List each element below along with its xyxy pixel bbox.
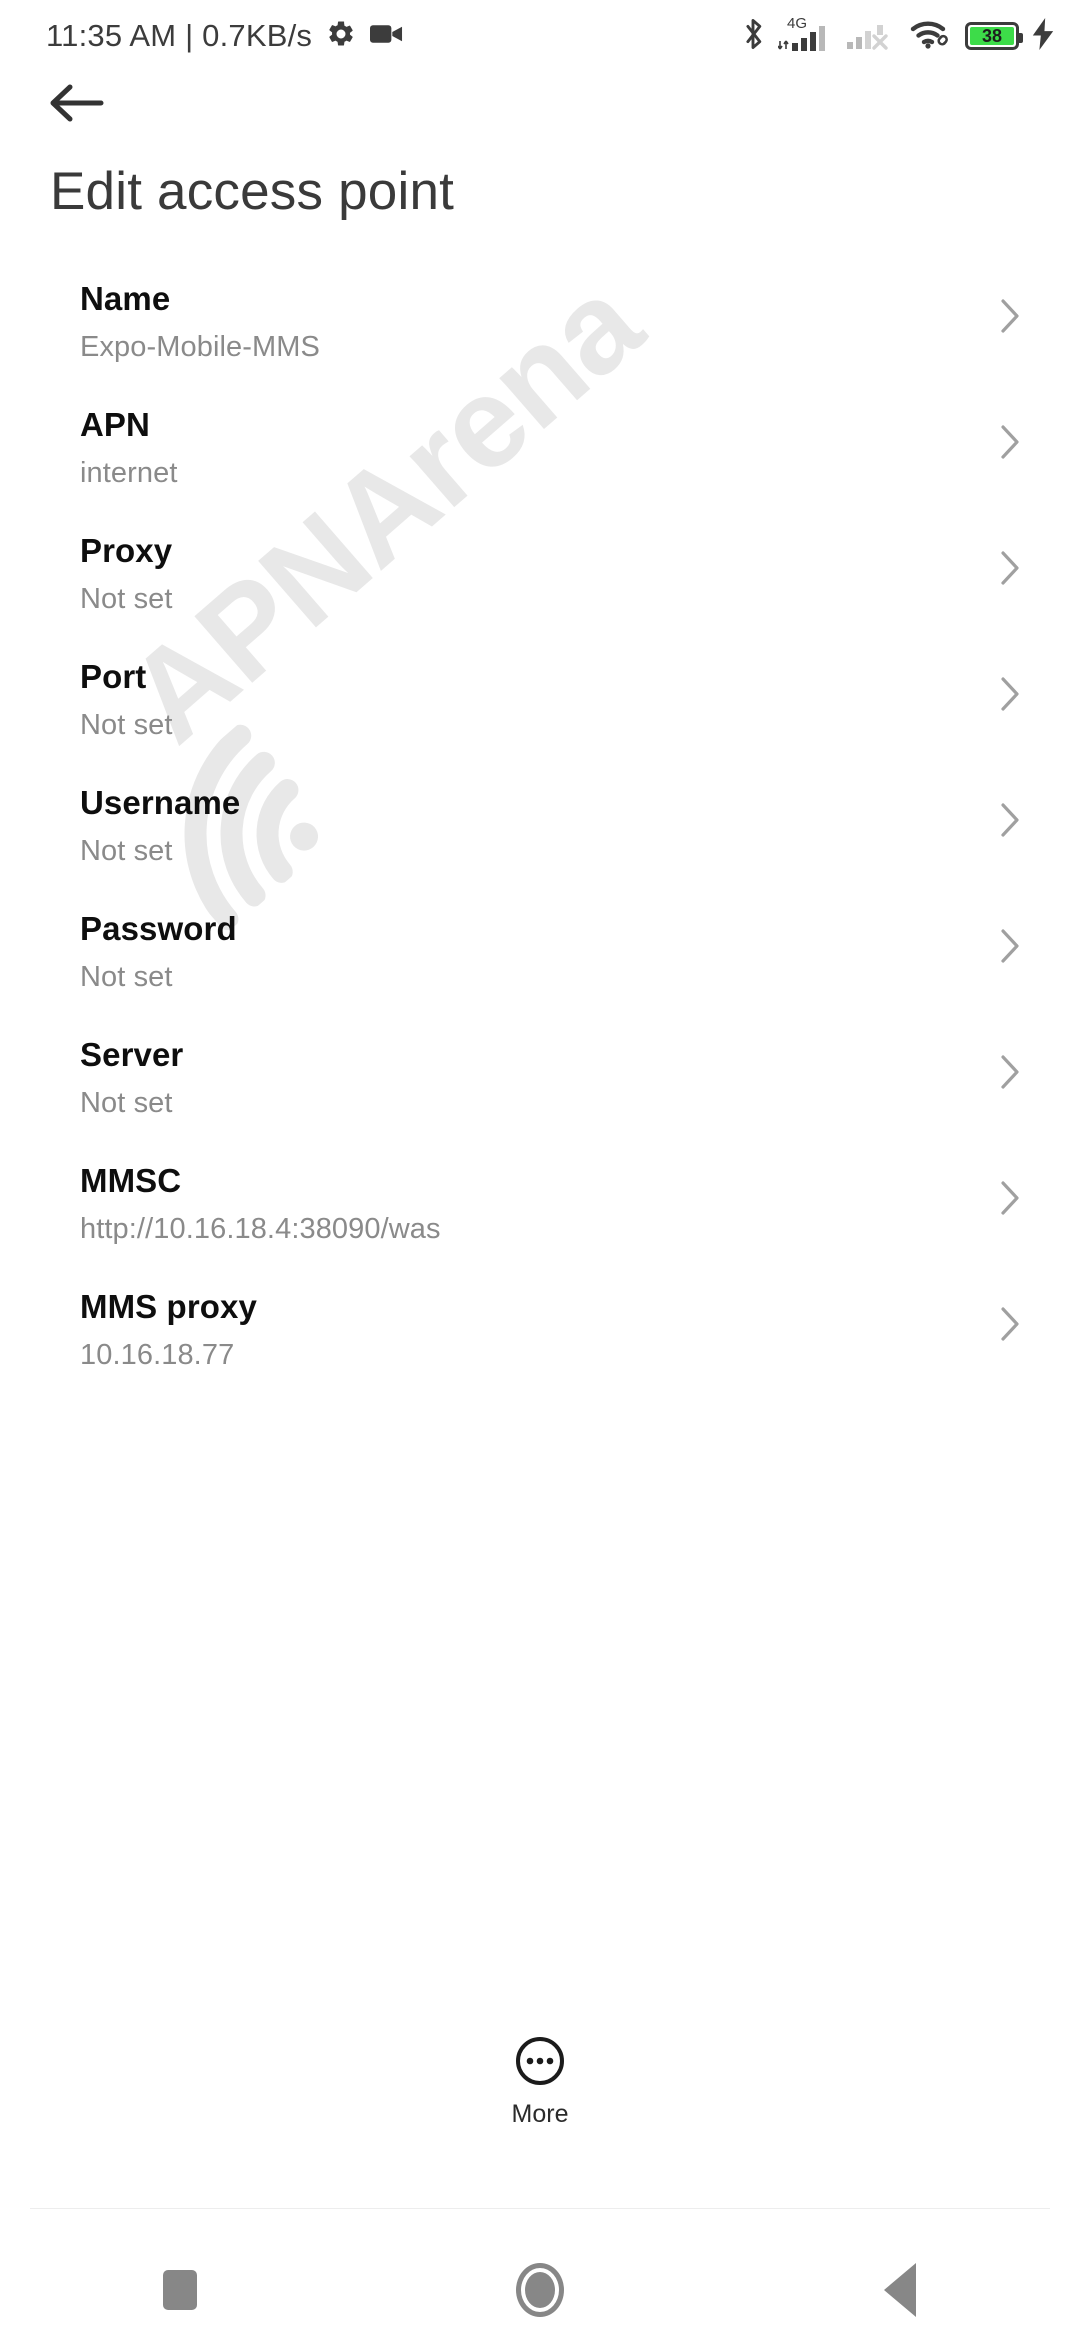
- signal-sim2-no-service-icon: [847, 17, 897, 56]
- list-item[interactable]: Proxy Not set: [0, 510, 1080, 636]
- circle-home-icon: [516, 2263, 564, 2317]
- list-item-title: Proxy: [80, 532, 173, 569]
- status-clock-and-network-speed: 11:35 AM | 0.7KB/s: [46, 18, 313, 53]
- chevron-right-icon: [998, 1178, 1022, 1223]
- more-button-container: More: [0, 2035, 1080, 2155]
- list-item[interactable]: APN internet: [0, 384, 1080, 510]
- chevron-right-icon: [998, 1052, 1022, 1097]
- chevron-right-icon: [998, 1304, 1022, 1349]
- network-type-label: 4G: [787, 15, 808, 32]
- list-item-title: MMS proxy: [80, 1288, 257, 1325]
- page-title: Edit access point: [50, 162, 455, 221]
- chevron-right-icon: [998, 674, 1022, 719]
- list-item-value: Not set: [80, 961, 173, 993]
- status-bar-right: 4G 38: [741, 15, 1054, 56]
- list-item[interactable]: Name Expo-Mobile-MMS: [0, 258, 1080, 384]
- square-recents-icon: [163, 2270, 197, 2310]
- chevron-right-icon: [998, 296, 1022, 341]
- chevron-right-icon: [998, 800, 1022, 845]
- bluetooth-icon: [741, 17, 765, 56]
- more-button[interactable]: More: [511, 2035, 569, 2128]
- nav-home-button[interactable]: [465, 2240, 615, 2340]
- list-item-title: Port: [80, 658, 147, 695]
- status-bar: 11:35 AM | 0.7KB/s 4G 38: [0, 0, 1080, 72]
- battery-percent-label: 38: [981, 26, 1003, 46]
- more-dots-circle-icon: [514, 2035, 566, 2092]
- list-item-value: http://10.16.18.4:38090/was: [80, 1213, 441, 1245]
- list-item[interactable]: Password Not set: [0, 888, 1080, 1014]
- system-navigation-bar: [0, 2240, 1080, 2340]
- video-camera-icon: [370, 23, 403, 50]
- chevron-right-icon: [998, 926, 1022, 971]
- list-item-value: internet: [80, 457, 178, 489]
- chevron-right-icon: [998, 548, 1022, 593]
- list-item-value: 10.16.18.77: [80, 1339, 235, 1371]
- battery-icon: 38: [965, 22, 1023, 50]
- more-button-label: More: [511, 2100, 569, 2128]
- charging-bolt-icon: [1032, 17, 1054, 55]
- list-item-title: MMSC: [80, 1162, 182, 1199]
- list-item-value: Not set: [80, 583, 173, 615]
- settings-list: Name Expo-Mobile-MMS APN internet Proxy …: [0, 258, 1080, 1392]
- list-item-title: Password: [80, 910, 237, 947]
- status-bar-left: 11:35 AM | 0.7KB/s: [46, 18, 403, 54]
- list-item[interactable]: MMSC http://10.16.18.4:38090/was: [0, 1140, 1080, 1266]
- battery-fill: 38: [970, 27, 1014, 45]
- back-arrow-icon: [49, 82, 105, 129]
- list-item-title: Server: [80, 1036, 184, 1073]
- list-item-value: Expo-Mobile-MMS: [80, 331, 320, 363]
- nav-back-button[interactable]: [825, 2240, 975, 2340]
- list-item[interactable]: Port Not set: [0, 636, 1080, 762]
- list-item-value: Not set: [80, 709, 173, 741]
- circle-home-inner: [525, 2272, 555, 2308]
- settings-gear-icon: [326, 19, 356, 54]
- chevron-right-icon: [998, 422, 1022, 467]
- list-item[interactable]: MMS proxy 10.16.18.77: [0, 1266, 1080, 1392]
- list-item-value: Not set: [80, 1087, 173, 1119]
- back-button[interactable]: [38, 70, 116, 140]
- bottom-divider: [30, 2208, 1050, 2209]
- wifi-icon: [910, 18, 952, 55]
- list-item[interactable]: Username Not set: [0, 762, 1080, 888]
- list-item-title: Name: [80, 280, 171, 317]
- list-item-title: APN: [80, 406, 150, 443]
- triangle-back-icon: [884, 2263, 916, 2317]
- list-item[interactable]: Server Not set: [0, 1014, 1080, 1140]
- list-item-title: Username: [80, 784, 241, 821]
- signal-sim1-icon: 4G: [778, 15, 834, 53]
- nav-recents-button[interactable]: [105, 2240, 255, 2340]
- list-item-value: Not set: [80, 835, 173, 867]
